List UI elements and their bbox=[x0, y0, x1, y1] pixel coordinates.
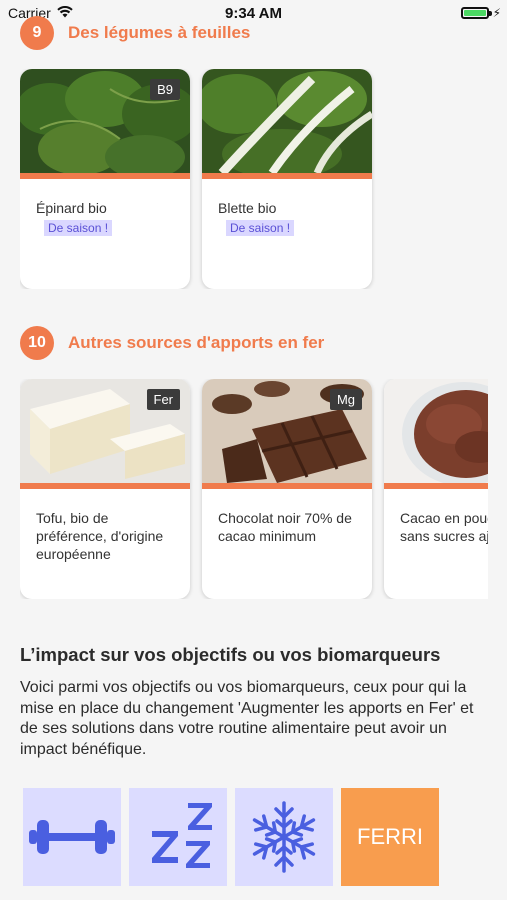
tile-ferritin[interactable]: FERRI bbox=[341, 788, 439, 886]
card-name: Épinard bio bbox=[36, 200, 107, 216]
season-badge: De saison ! bbox=[44, 220, 113, 236]
food-card-cocoa[interactable]: Cacao en poudre sans sucres ajoutés bbox=[384, 379, 488, 599]
section-title: Autres sources d'apports en fer bbox=[68, 333, 325, 352]
food-card-spinach[interactable]: B9 Épinard bio De saison ! bbox=[20, 69, 190, 289]
season-badge: De saison ! bbox=[226, 220, 295, 236]
impact-description: Voici parmi vos objectifs ou vos biomarq… bbox=[20, 679, 474, 758]
nutrient-tag: Fer bbox=[146, 389, 180, 410]
section-number-badge: 10 bbox=[20, 326, 54, 360]
spinach-image: B9 bbox=[20, 69, 190, 179]
card-name: Cacao en poudre sans sucres ajoutés bbox=[400, 510, 488, 544]
charging-bolt-icon: ⚡ bbox=[492, 6, 501, 20]
nutrient-tag: Mg bbox=[329, 389, 362, 410]
food-card-chard[interactable]: Blette bio De saison ! bbox=[202, 69, 372, 289]
nutrient-tag: B9 bbox=[150, 79, 180, 100]
tofu-image: Fer bbox=[20, 379, 190, 489]
sleep-zzz-icon bbox=[152, 803, 212, 868]
card-name: Blette bio bbox=[218, 200, 277, 216]
cards-row-iron-sources[interactable]: Fer Tofu, bio de préférence, d'origine e… bbox=[20, 379, 488, 599]
status-bar-right: ⚡ bbox=[460, 6, 507, 20]
card-name: Chocolat noir 70% de cacao minimum bbox=[218, 510, 352, 544]
section-title: Des légumes à feuilles bbox=[68, 23, 251, 42]
cocoa-image bbox=[384, 379, 488, 489]
impact-title: L’impact sur vos objectifs ou vos biomar… bbox=[20, 644, 441, 665]
food-card-chocolate[interactable]: Mg Chocolat noir 70% de cacao minimum bbox=[202, 379, 372, 599]
section-header-9: 9 Des légumes à feuilles bbox=[20, 16, 250, 50]
ferritin-label: FERRI bbox=[357, 824, 423, 849]
cards-row-leafy-greens[interactable]: B9 Épinard bio De saison ! Blette bio De… bbox=[20, 69, 488, 289]
section-number-badge: 9 bbox=[20, 16, 54, 50]
chocolate-image: Mg bbox=[202, 379, 372, 489]
snowflake-icon bbox=[252, 801, 316, 873]
section-header-10: 10 Autres sources d'apports en fer bbox=[20, 326, 324, 360]
food-card-tofu[interactable]: Fer Tofu, bio de préférence, d'origine e… bbox=[20, 379, 190, 599]
biomarker-tiles: FERRI bbox=[23, 788, 439, 886]
chard-image bbox=[202, 69, 372, 179]
battery-icon bbox=[460, 7, 492, 19]
tile-fitness[interactable] bbox=[23, 788, 121, 886]
tile-sleep[interactable] bbox=[129, 788, 227, 886]
dumbbell-icon bbox=[29, 820, 115, 854]
card-name: Tofu, bio de préférence, d'origine europ… bbox=[36, 510, 164, 562]
tile-cold[interactable] bbox=[235, 788, 333, 886]
